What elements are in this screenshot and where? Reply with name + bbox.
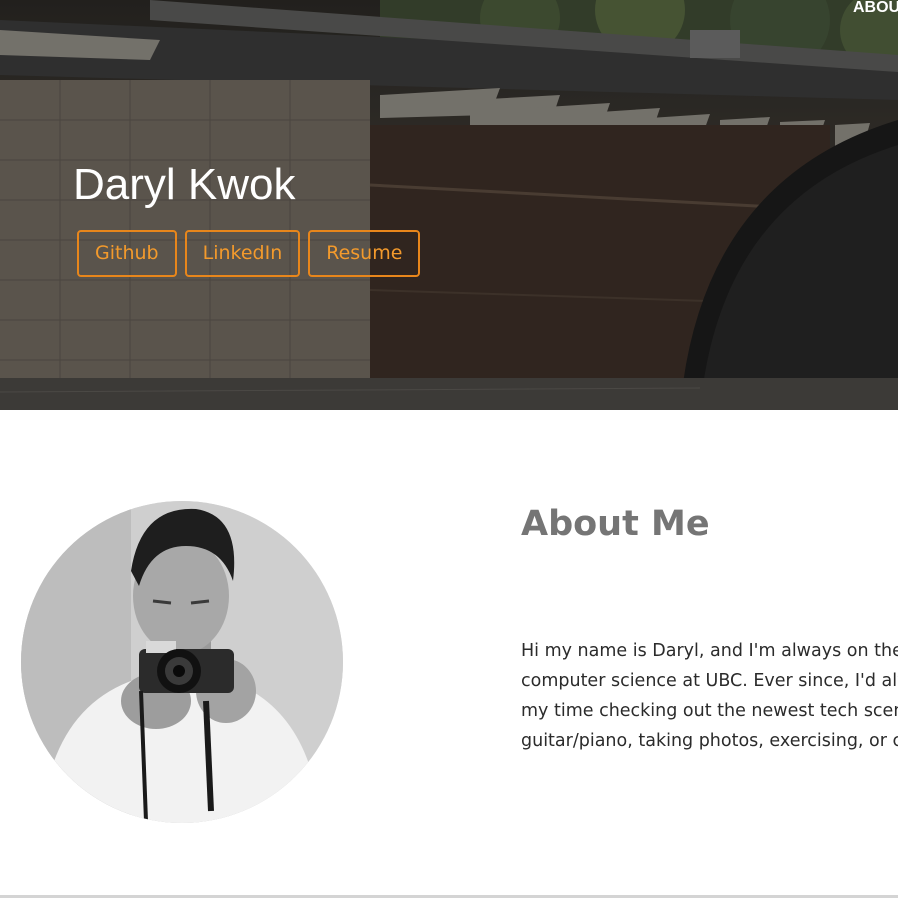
hero-name: Daryl Kwok bbox=[73, 160, 296, 209]
about-text-line: computer science at UBC. Ever since, I'd… bbox=[521, 671, 898, 691]
about-text-line: Hi my name is Daryl, and I'm always on t… bbox=[521, 641, 898, 661]
about-text-line: guitar/piano, taking photos, exercising,… bbox=[521, 731, 898, 751]
about-text-line: my time checking out the newest tech sce… bbox=[521, 701, 898, 721]
profile-photo-image bbox=[21, 501, 343, 823]
hero-button-group: Github LinkedIn Resume bbox=[77, 230, 421, 277]
linkedin-button[interactable]: LinkedIn bbox=[184, 230, 301, 277]
github-button[interactable]: Github bbox=[77, 230, 177, 277]
profile-photo bbox=[21, 501, 343, 823]
resume-button[interactable]: Resume bbox=[308, 230, 421, 277]
hero-banner: ABOUT Daryl Kwok Github LinkedIn Resume bbox=[0, 0, 898, 410]
nav-about-link[interactable]: ABOUT bbox=[853, 0, 898, 16]
about-title: About Me bbox=[521, 504, 710, 544]
about-paragraph: Hi my name is Daryl, and I'm always on t… bbox=[521, 636, 898, 756]
